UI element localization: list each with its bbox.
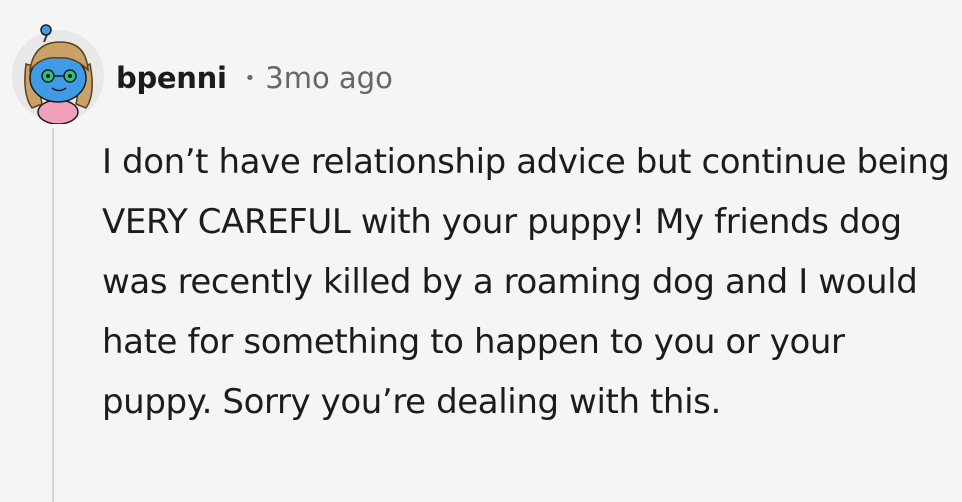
comment-meta: bpenni • 3mo ago [116, 56, 393, 100]
comment-timestamp[interactable]: 3mo ago [265, 61, 393, 95]
snoo-avatar-icon [12, 24, 104, 124]
comment: bpenni • 3mo ago I don’t have relationsh… [0, 0, 962, 502]
username-link[interactable]: bpenni [116, 61, 227, 95]
meta-separator: • [244, 67, 256, 89]
user-avatar[interactable] [8, 24, 108, 124]
comment-body: I don’t have relationship advice but con… [102, 142, 950, 422]
thread-line[interactable] [52, 128, 54, 502]
